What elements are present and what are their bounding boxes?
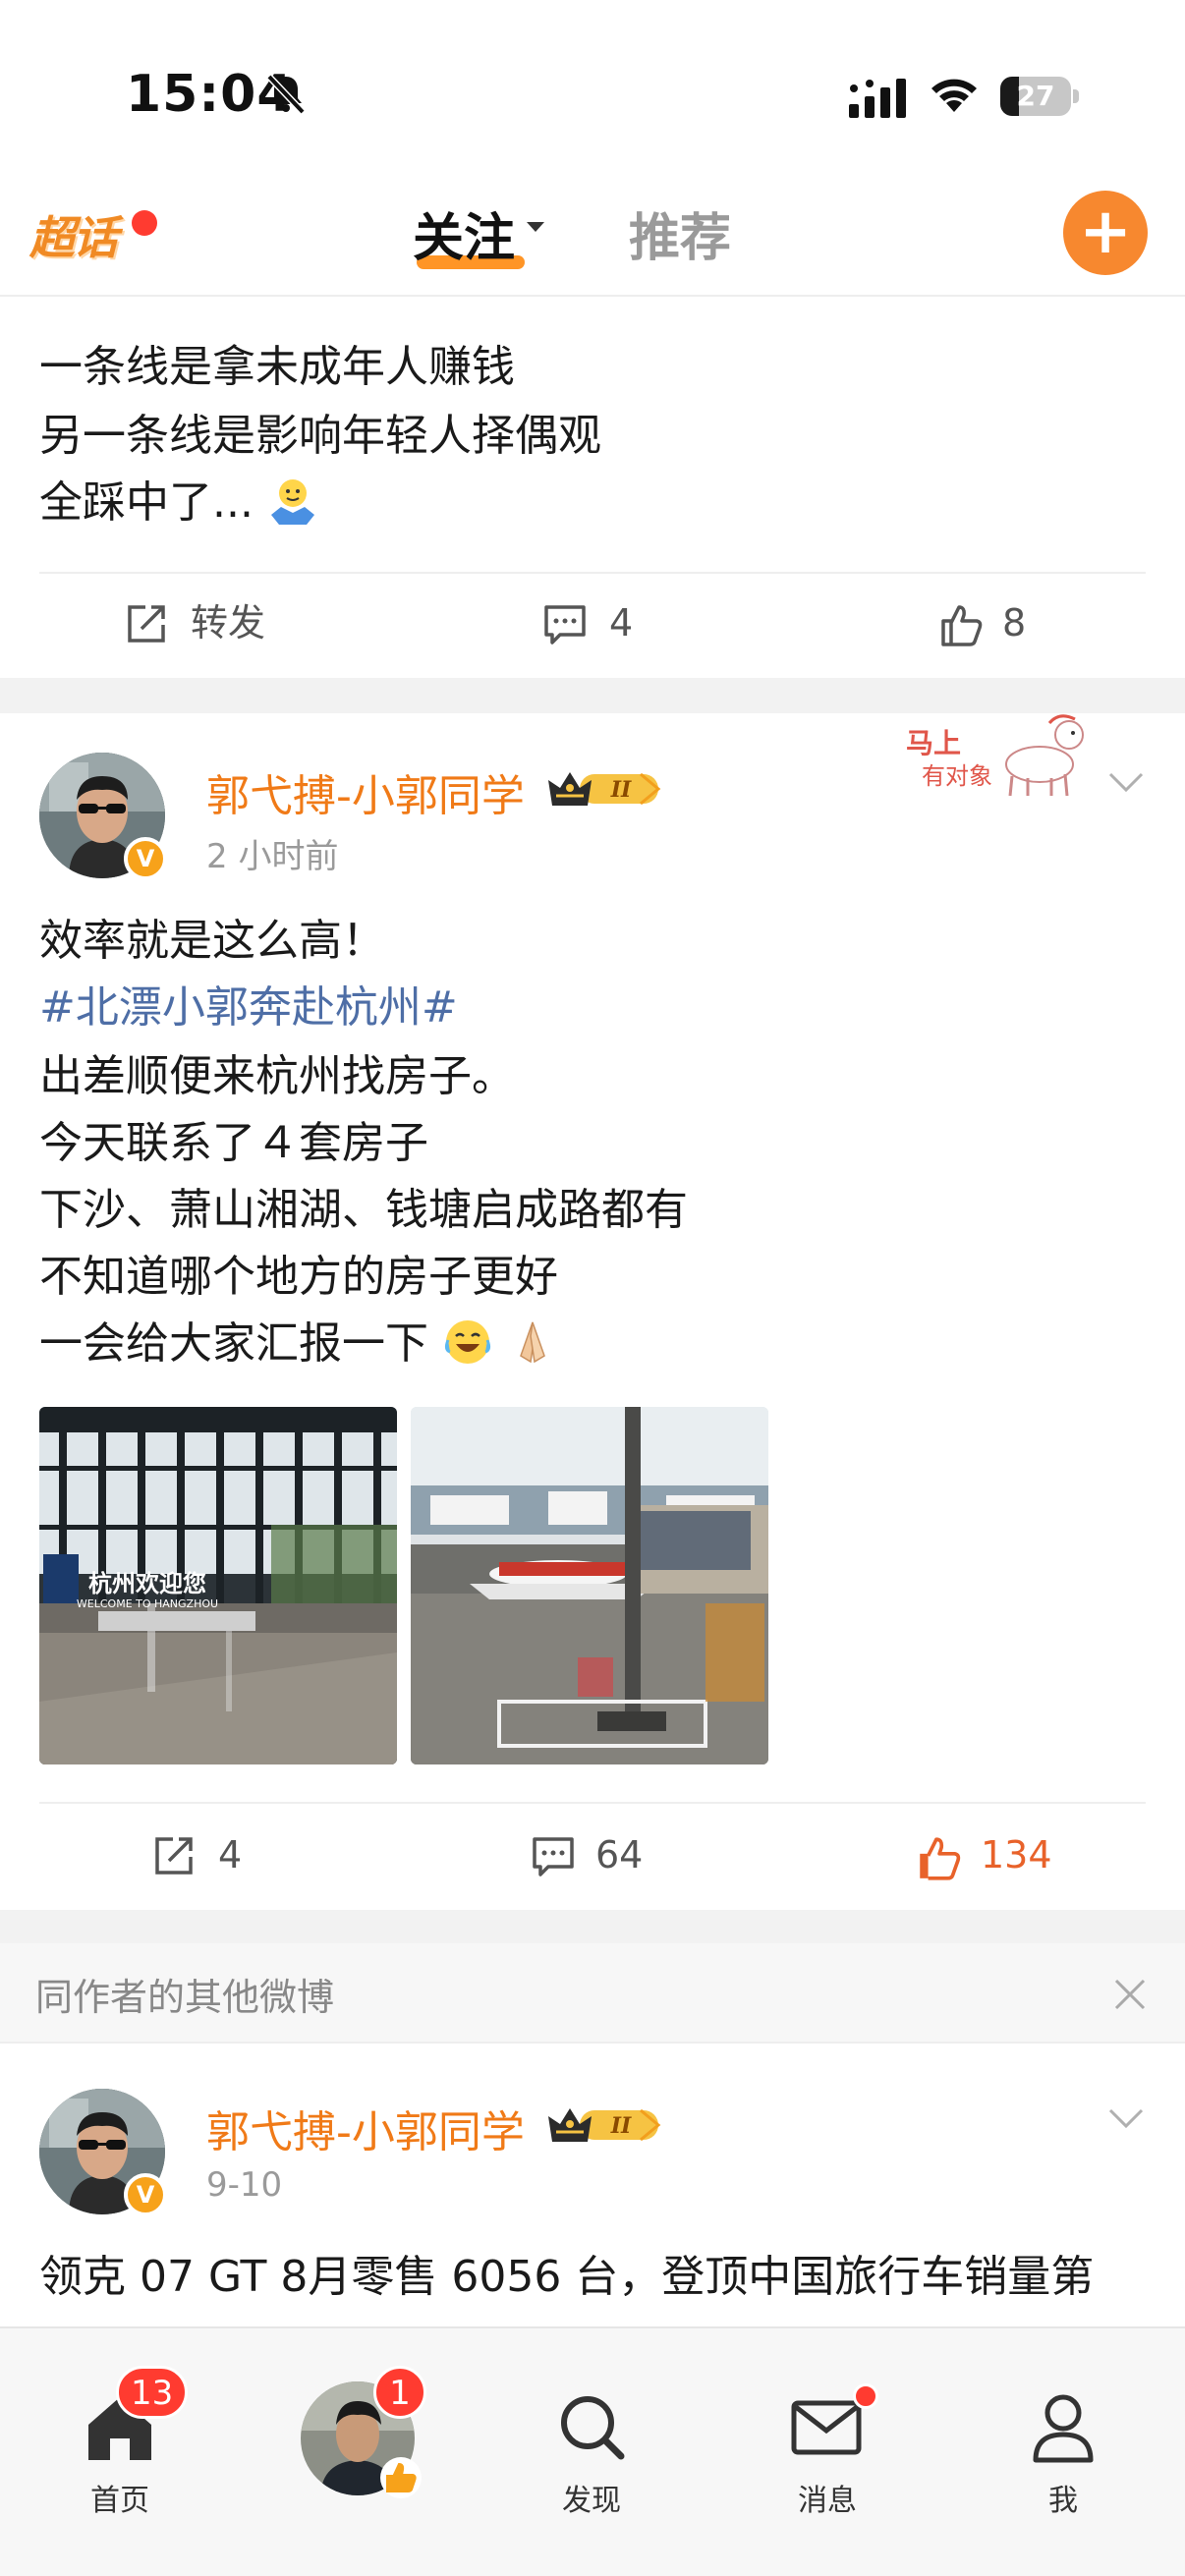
post-photo-2[interactable] [411,1407,768,1764]
other-post-text: 领克 07 GT 8月零售 6056 台，登顶中国旅行车销量第 [39,2252,1095,2302]
other-posts-header: 同作者的其他微博 [0,1943,1185,2044]
nav-home-label: 首页 [90,2484,149,2518]
person-icon [1033,2394,1094,2463]
post-line-6: 不知道哪个地方的房子更好 [39,1252,558,1302]
post-photo-1[interactable]: 杭州欢迎您 WELCOME TO HANGZHOU [39,1407,397,1764]
signal-icon [849,79,906,118]
nav-profile-avatar[interactable]: 1 [287,2366,426,2505]
nav-messages-label: 消息 [798,2484,857,2518]
verified-badge: V [124,837,167,880]
svg-text:有对象: 有对象 [922,762,992,790]
post-line-1: 效率就是这么高！ [39,916,385,966]
bottom-nav: 13 首页 1 发现 消息 我 [0,2326,1185,2576]
photo-sign-subtext: WELCOME TO HANGZHOU [77,1597,218,1610]
chevron-down-icon[interactable] [1106,770,1146,794]
post-prev-line-3: 全踩中了... [39,470,318,536]
tab-recommend[interactable]: 推荐 [629,196,731,270]
search-icon [561,2396,625,2460]
crown-level-badge-icon: II [548,2108,661,2142]
author-name[interactable]: 郭弋搏-小郭同学 [206,2097,525,2159]
repost-icon [128,605,165,643]
compose-button[interactable]: + [1063,191,1148,275]
wifi-icon [931,79,977,112]
comment-icon [544,605,586,644]
thumbs-up-icon [941,605,983,646]
decoration-horse-sticker-icon: 马上 有对象 [906,714,1084,797]
caret-down-icon[interactable] [527,222,544,232]
notification-dot [132,210,157,236]
other-posts-title: 同作者的其他微博 [35,1976,335,2019]
home-badge: 13 [116,2366,189,2419]
profile-badge: 1 [373,2366,426,2419]
post-line-4: 今天联系了４套房子 [39,1118,428,1168]
crown-level-badge-icon: II [548,772,661,806]
post-main-actions: 4 64 134 [0,1806,1185,1904]
photo-sign-text: 杭州欢迎您 [88,1570,206,1597]
verified-badge: V [124,2173,167,2216]
post-prev-line-2: 另一条线是影响年轻人择偶观 [39,411,601,461]
nav-home[interactable]: 13 首页 [51,2366,189,2518]
praying-hands-emoji-icon [520,1321,545,1364]
nav-me-label: 我 [1048,2484,1078,2518]
post-line-5: 下沙、萧山湘湖、钱塘启成路都有 [39,1185,688,1235]
top-nav: 超话 关注 推荐 + [0,177,1185,297]
post-time: 9-10 [206,2165,283,2205]
chevron-down-icon[interactable] [1106,2106,1146,2130]
tab-follow[interactable]: 关注 [413,196,515,270]
bell-muted-icon [266,74,306,115]
nav-discover-label: 发现 [562,2484,621,2518]
messages-dot [853,2383,878,2409]
section-gap [0,1910,1185,1943]
post-prev-line-1: 一条线是拿未成年人赚钱 [39,342,515,392]
thumbs-up-icon [380,2457,422,2498]
chaohua-logo[interactable]: 超话 [29,196,157,273]
nav-discover[interactable]: 发现 [523,2368,660,2518]
post-line-3: 出差顺便来杭州找房子。 [39,1051,515,1101]
thumbs-up-filled-icon [920,1837,961,1880]
nav-me[interactable]: 我 [994,2368,1132,2518]
svg-text:马上: 马上 [906,727,961,759]
svg-text:II: II [610,2113,632,2139]
battery-level: 27 [1016,80,1055,112]
repost-icon [155,1837,193,1875]
author-name[interactable]: 郭弋搏-小郭同学 [206,760,525,823]
post-line-7: 一会给大家汇报一下 [39,1311,558,1377]
comment-icon [533,1837,574,1876]
nav-messages[interactable]: 消息 [759,2368,896,2518]
shrug-emoji-icon [270,479,314,525]
divider [39,1802,1146,1804]
post-time: 2 小时前 [206,837,339,876]
laugh-cry-emoji-icon [444,1320,491,1364]
post-prev-actions: 转发 4 8 [0,574,1185,672]
close-icon[interactable] [1112,1977,1148,2012]
hashtag-link[interactable]: #北漂小郭奔赴杭州# [39,975,458,1041]
svg-text:II: II [610,777,632,803]
battery-indicator: 27 [1000,77,1079,116]
